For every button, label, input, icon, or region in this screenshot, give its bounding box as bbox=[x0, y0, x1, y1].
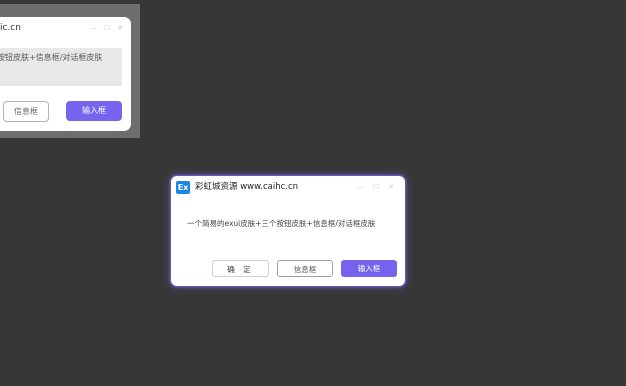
exui-dialog-window: Ex 彩虹城资源 www.caihc.cn — ☐ ✕ 一个简易的exui皮肤+… bbox=[171, 176, 405, 286]
background-window-title: ic.cn bbox=[0, 23, 21, 33]
dialog-message: 一个简易的exui皮肤+三个按钮皮肤+信息框/对话框皮肤 bbox=[187, 219, 376, 228]
minimize-icon: — bbox=[89, 24, 97, 32]
window-controls: — ☐ ✕ bbox=[357, 183, 394, 191]
maximize-icon[interactable]: ☐ bbox=[373, 183, 379, 191]
background-window-controls: — ☐ ✕ bbox=[90, 24, 123, 32]
background-window-message-area: 按钮皮肤+信息框/对话框皮肤 bbox=[0, 48, 122, 86]
input-box-button[interactable]: 输入框 bbox=[341, 260, 397, 277]
background-window-overlay: ic.cn — ☐ ✕ 按钮皮肤+信息框/对话框皮肤 信息框 输入框 bbox=[0, 4, 140, 138]
ok-button[interactable]: 确 定 bbox=[212, 260, 269, 277]
background-info-button: 信息框 bbox=[3, 101, 49, 122]
close-icon[interactable]: ✕ bbox=[388, 183, 394, 191]
exui-logo-icon: Ex bbox=[176, 181, 190, 194]
background-input-button: 输入框 bbox=[66, 101, 122, 121]
background-window: ic.cn — ☐ ✕ 按钮皮肤+信息框/对话框皮肤 信息框 输入框 bbox=[0, 17, 131, 131]
maximize-icon: ☐ bbox=[103, 24, 111, 32]
minimize-icon[interactable]: — bbox=[357, 183, 364, 191]
background-window-message: 按钮皮肤+信息框/对话框皮肤 bbox=[0, 53, 103, 62]
window-title: 彩虹城资源 www.caihc.cn bbox=[195, 182, 299, 192]
close-icon: ✕ bbox=[117, 24, 123, 32]
info-box-button[interactable]: 信息框 bbox=[277, 260, 333, 277]
